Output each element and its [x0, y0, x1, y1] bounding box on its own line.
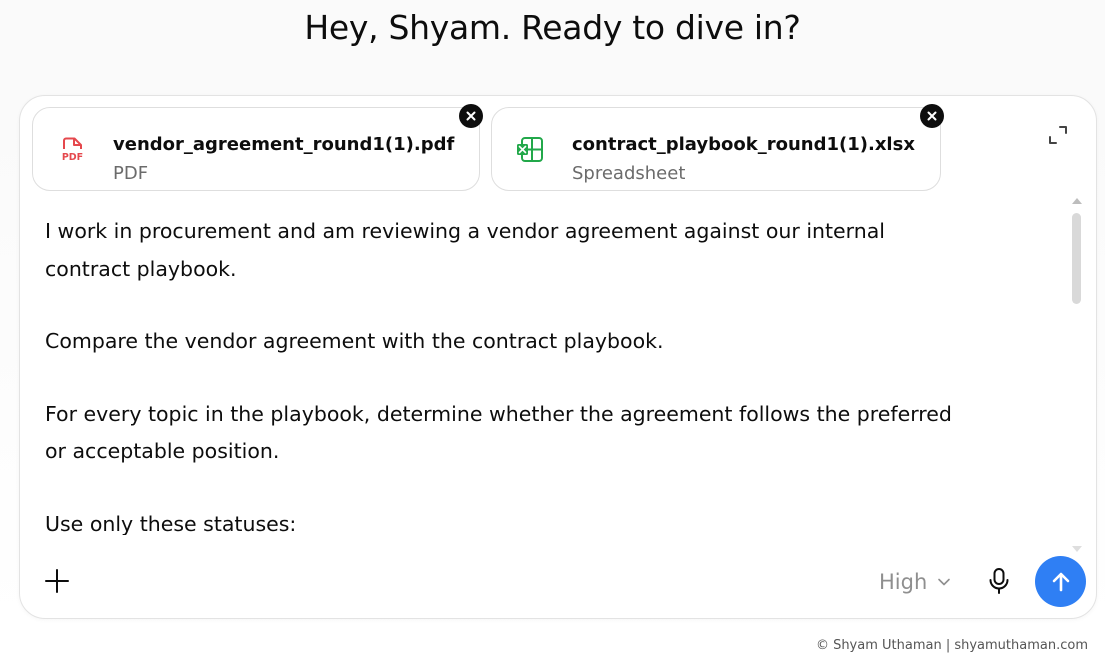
spreadsheet-icon	[516, 134, 548, 166]
expand-icon[interactable]	[1047, 124, 1069, 146]
attachment-name: contract_playbook_round1(1).xlsx	[572, 134, 915, 155]
scroll-down-arrow-icon[interactable]	[1072, 546, 1082, 552]
prompt-textarea[interactable]: I work in procurement and am reviewing a…	[45, 213, 965, 535]
scrollbar-thumb[interactable]	[1072, 213, 1081, 304]
page: Hey, Shyam. Ready to dive in? PDF vendor…	[0, 0, 1105, 664]
greeting-heading: Hey, Shyam. Ready to dive in?	[304, 8, 801, 47]
prompt-paragraph: I work in procurement and am reviewing a…	[45, 219, 885, 281]
pdf-file-icon: PDF	[57, 134, 89, 166]
prompt-paragraph: Compare the vendor agreement with the co…	[45, 329, 664, 353]
arrow-up-icon	[1052, 572, 1069, 591]
close-icon	[466, 111, 476, 121]
prompt-paragraph: For every topic in the playbook, determi…	[45, 401, 952, 464]
effort-label: High	[879, 570, 928, 594]
attachment-chip-pdf[interactable]: PDF vendor_agreement_round1(1).pdf PDF	[32, 104, 483, 191]
remove-attachment-button[interactable]	[459, 104, 483, 128]
attachment-type: Spreadsheet	[572, 163, 686, 184]
prompt-paragraph: Use only these statuses:	[45, 511, 297, 536]
send-button[interactable]	[1035, 556, 1086, 607]
scroll-up-arrow-icon[interactable]	[1072, 198, 1082, 204]
microphone-button[interactable]	[986, 566, 1012, 596]
remove-attachment-button[interactable]	[920, 104, 944, 128]
effort-selector[interactable]: High	[879, 567, 951, 597]
close-icon	[927, 111, 937, 121]
plus-icon	[45, 569, 69, 593]
add-attachment-button[interactable]	[42, 566, 72, 596]
copyright-footer: © Shyam Uthaman | shyamuthaman.com	[815, 638, 1088, 653]
attachment-name: vendor_agreement_round1(1).pdf	[113, 134, 455, 155]
attachment-type: PDF	[113, 163, 149, 184]
microphone-icon	[989, 568, 1009, 594]
attachment-chip-spreadsheet[interactable]: contract_playbook_round1(1).xlsx Spreads…	[491, 104, 944, 191]
composer: PDF vendor_agreement_round1(1).pdf PDF c…	[19, 95, 1097, 619]
chevron-down-icon	[938, 578, 951, 586]
pdf-icon-label: PDF	[62, 152, 83, 163]
prompt-scrollbar[interactable]	[1070, 196, 1084, 554]
